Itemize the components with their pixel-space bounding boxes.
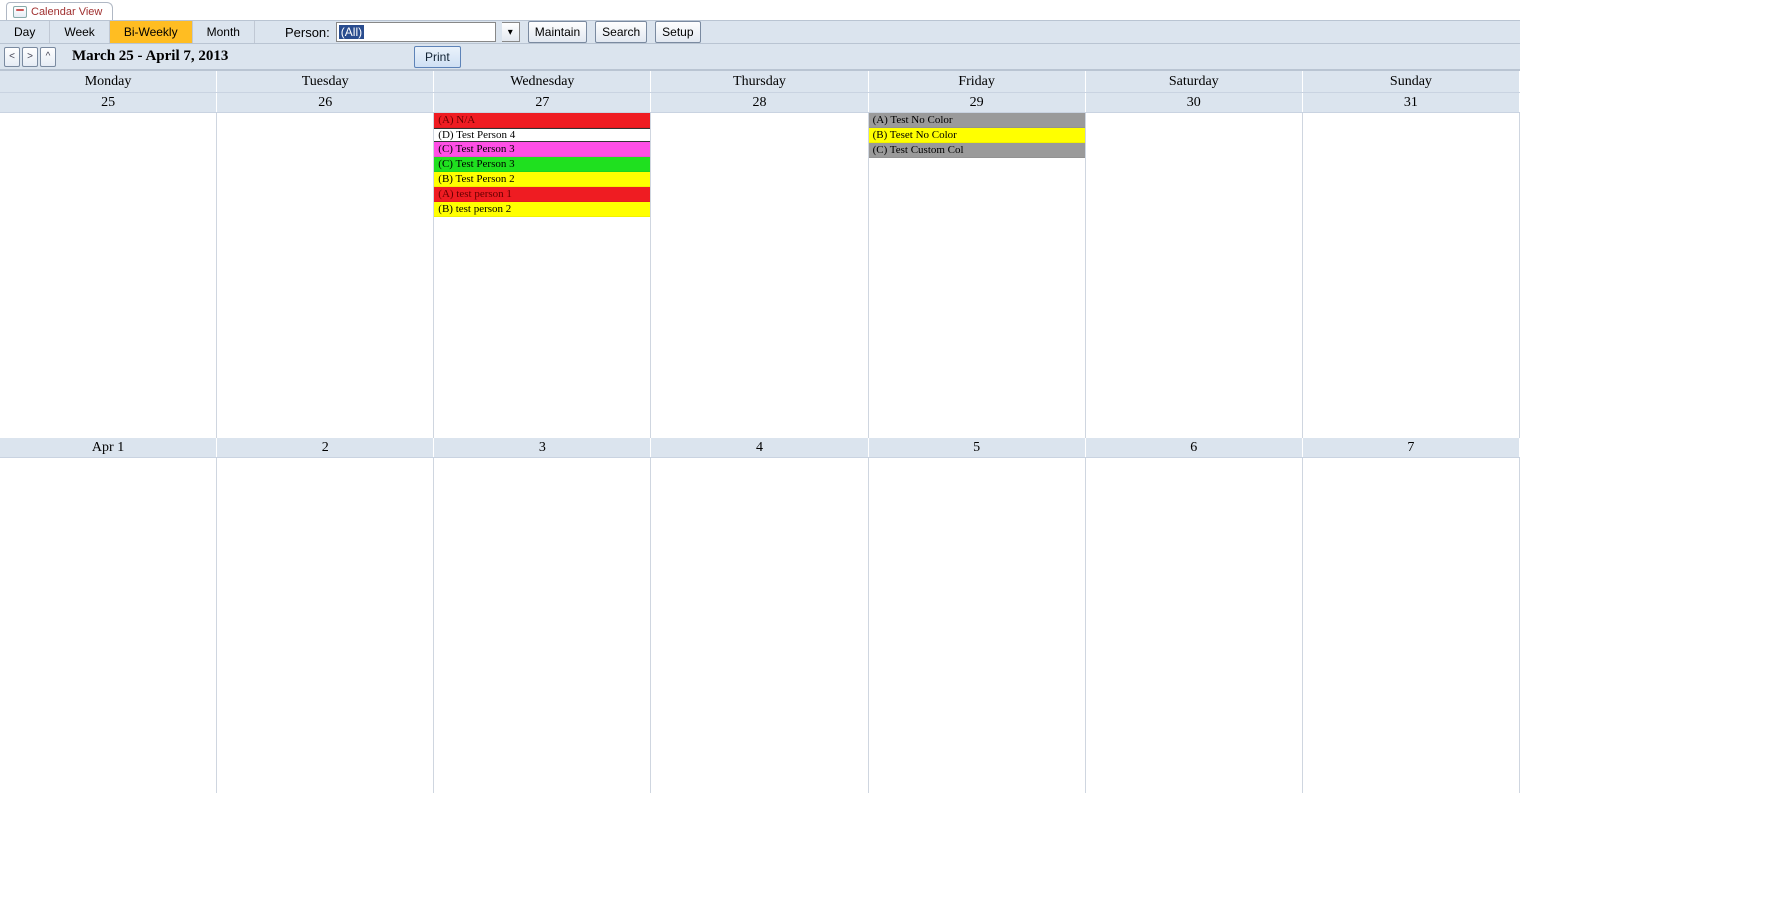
weekday-header: Sunday [1303,71,1520,92]
date-header: 7 [1303,438,1520,457]
date-header: 5 [869,438,1086,457]
prev-button[interactable]: < [4,47,20,67]
weekday-header: Tuesday [217,71,434,92]
search-button[interactable]: Search [595,21,647,43]
calendar-event[interactable]: (A) N/A [434,113,650,128]
weekday-header: Thursday [651,71,868,92]
person-dropdown-button[interactable]: ▾ [502,22,520,42]
view-biweekly-button[interactable]: Bi-Weekly [110,21,193,43]
calendar-grid: Monday Tuesday Wednesday Thursday Friday… [0,70,1520,793]
date-header: 27 [434,93,651,112]
form-icon [13,6,27,18]
day-cell[interactable] [651,113,868,438]
date-range-label: March 25 - April 7, 2013 [72,48,228,65]
date-header: 6 [1086,438,1303,457]
date-header: 28 [651,93,868,112]
person-label: Person: [285,25,330,40]
calendar-event[interactable]: (C) Test Person 3 [434,142,650,157]
date-header: 25 [0,93,217,112]
maintain-button[interactable]: Maintain [528,21,587,43]
date-header: 4 [651,438,868,457]
app-window: Calendar View Day Week Bi-Weekly Month P… [0,0,1520,793]
chevron-left-icon: < [9,51,15,62]
day-cell[interactable] [1303,113,1520,438]
calendar-event[interactable]: (C) Test Person 3 [434,157,650,172]
week2-date-row: Apr 1 2 3 4 5 6 7 [0,438,1520,458]
day-cell[interactable] [1303,458,1520,793]
view-week-button[interactable]: Week [50,21,109,43]
main-toolbar: Day Week Bi-Weekly Month Person: (All) ▾… [0,20,1520,44]
day-cell[interactable] [869,458,1086,793]
weekday-header: Monday [0,71,217,92]
day-cell[interactable] [434,458,651,793]
person-combobox-value: (All) [339,25,364,39]
view-day-button[interactable]: Day [0,21,50,43]
view-month-button[interactable]: Month [193,21,255,43]
day-cell[interactable] [1086,458,1303,793]
day-cell[interactable] [1086,113,1303,438]
date-header: 2 [217,438,434,457]
calendar-event[interactable]: (B) Test Person 2 [434,172,650,187]
day-cell[interactable] [0,458,217,793]
day-cell[interactable] [0,113,217,438]
calendar-event[interactable]: (B) test person 2 [434,202,650,217]
date-header: Apr 1 [0,438,217,457]
setup-button[interactable]: Setup [655,21,700,43]
chevron-up-icon: ^ [46,51,51,62]
date-header: 29 [869,93,1086,112]
weekday-header: Saturday [1086,71,1303,92]
weekday-header: Friday [869,71,1086,92]
print-button[interactable]: Print [414,46,461,68]
date-header: 3 [434,438,651,457]
document-tab-label: Calendar View [31,6,102,18]
document-tab-strip: Calendar View [0,0,1520,20]
person-filter: Person: (All) ▾ Maintain Search Setup [285,21,701,43]
calendar-event[interactable]: (B) Teset No Color [869,128,1085,143]
week1-body-row: (A) N/A(D) Test Person 4(C) Test Person … [0,113,1520,438]
up-button[interactable]: ^ [40,47,56,67]
calendar-event[interactable]: (A) Test No Color [869,113,1085,128]
week2-body-row [0,458,1520,793]
document-tab[interactable]: Calendar View [6,2,113,20]
day-cell[interactable]: (A) Test No Color(B) Teset No Color(C) T… [869,113,1086,438]
next-button[interactable]: > [22,47,38,67]
person-combobox[interactable]: (All) [336,22,496,42]
nav-toolbar: < > ^ March 25 - April 7, 2013 Print [0,44,1520,70]
date-header: 31 [1303,93,1520,112]
chevron-down-icon: ▾ [508,27,513,38]
weekday-header: Wednesday [434,71,651,92]
calendar-event[interactable]: (D) Test Person 4 [434,128,650,142]
weekday-header-row: Monday Tuesday Wednesday Thursday Friday… [0,71,1520,93]
day-cell[interactable] [217,458,434,793]
chevron-right-icon: > [27,51,33,62]
day-cell[interactable] [217,113,434,438]
week1-date-row: 25 26 27 28 29 30 31 [0,93,1520,113]
day-cell[interactable]: (A) N/A(D) Test Person 4(C) Test Person … [434,113,651,438]
date-header: 26 [217,93,434,112]
day-cell[interactable] [651,458,868,793]
calendar-event[interactable]: (C) Test Custom Col [869,143,1085,158]
calendar-event[interactable]: (A) test person 1 [434,187,650,202]
date-header: 30 [1086,93,1303,112]
